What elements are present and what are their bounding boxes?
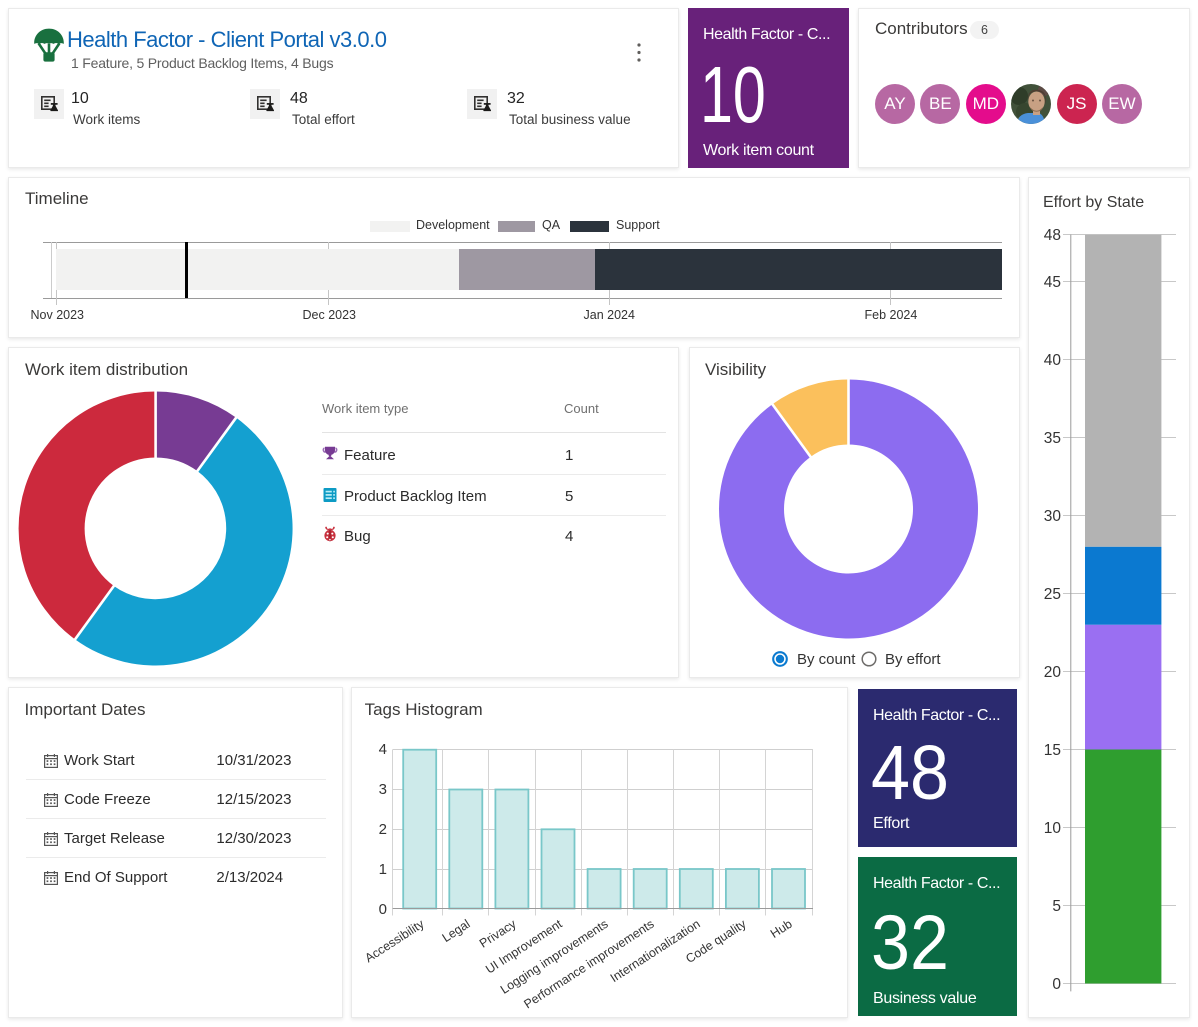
- svg-text:15: 15: [1044, 742, 1061, 759]
- svg-text:5: 5: [1052, 898, 1061, 915]
- svg-text:48: 48: [1044, 227, 1061, 244]
- svg-text:20: 20: [1044, 664, 1062, 681]
- svg-text:3: 3: [379, 781, 387, 798]
- svg-text:40: 40: [1044, 352, 1062, 369]
- svg-text:Accessibility: Accessibility: [362, 916, 427, 965]
- svg-text:4: 4: [379, 741, 387, 758]
- svg-text:30: 30: [1044, 508, 1062, 525]
- svg-text:1: 1: [379, 861, 387, 878]
- svg-text:10: 10: [1044, 820, 1062, 837]
- svg-text:45: 45: [1044, 274, 1061, 291]
- svg-text:25: 25: [1044, 586, 1061, 603]
- svg-text:Hub: Hub: [768, 917, 795, 941]
- svg-text:Legal: Legal: [440, 917, 473, 945]
- svg-text:35: 35: [1044, 430, 1061, 447]
- svg-text:0: 0: [1052, 976, 1061, 993]
- svg-text:2: 2: [379, 821, 387, 838]
- svg-text:0: 0: [379, 901, 387, 918]
